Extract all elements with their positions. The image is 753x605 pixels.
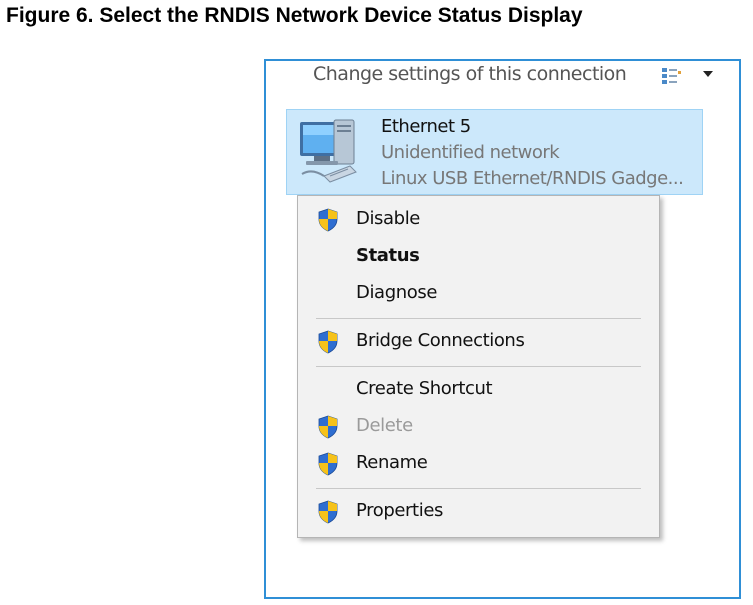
menu-item-label: Properties — [356, 500, 443, 521]
connection-name: Ethernet 5 — [381, 116, 471, 137]
chevron-down-icon[interactable] — [702, 69, 714, 79]
menu-item-properties[interactable]: Properties — [298, 494, 659, 528]
context-menu: Disable Status Diagnose Bridge Connectio… — [297, 195, 660, 538]
menu-item-status[interactable]: Status — [298, 239, 659, 273]
menu-separator — [316, 488, 641, 489]
menu-item-rename[interactable]: Rename — [298, 446, 659, 480]
menu-item-label: Create Shortcut — [356, 378, 493, 399]
menu-item-bridge-connections[interactable]: Bridge Connections — [298, 324, 659, 358]
change-settings-link[interactable]: Change settings of this connection — [313, 63, 627, 85]
menu-item-label: Status — [356, 245, 420, 266]
connection-status: Unidentified network — [381, 142, 560, 163]
menu-item-label: Bridge Connections — [356, 330, 525, 351]
menu-item-label: Diagnose — [356, 282, 437, 303]
menu-item-label: Rename — [356, 452, 428, 473]
menu-item-delete: Delete — [298, 409, 659, 443]
menu-separator — [316, 366, 641, 367]
change-view-icon[interactable] — [661, 66, 683, 86]
menu-separator — [316, 318, 641, 319]
menu-item-create-shortcut[interactable]: Create Shortcut — [298, 372, 659, 406]
menu-item-disable[interactable]: Disable — [298, 202, 659, 236]
menu-item-label: Disable — [356, 208, 420, 229]
uac-shield-icon — [318, 415, 338, 439]
network-adapter-icon — [300, 119, 357, 183]
uac-shield-icon — [318, 330, 338, 354]
uac-shield-icon — [318, 208, 338, 232]
menu-item-diagnose[interactable]: Diagnose — [298, 276, 659, 310]
menu-item-label: Delete — [356, 415, 413, 436]
uac-shield-icon — [318, 500, 338, 524]
uac-shield-icon — [318, 452, 338, 476]
figure-caption: Figure 6. Select the RNDIS Network Devic… — [6, 4, 583, 27]
connection-device: Linux USB Ethernet/RNDIS Gadge... — [381, 168, 684, 189]
network-connection-item[interactable]: Ethernet 5 Unidentified network Linux US… — [286, 109, 703, 195]
